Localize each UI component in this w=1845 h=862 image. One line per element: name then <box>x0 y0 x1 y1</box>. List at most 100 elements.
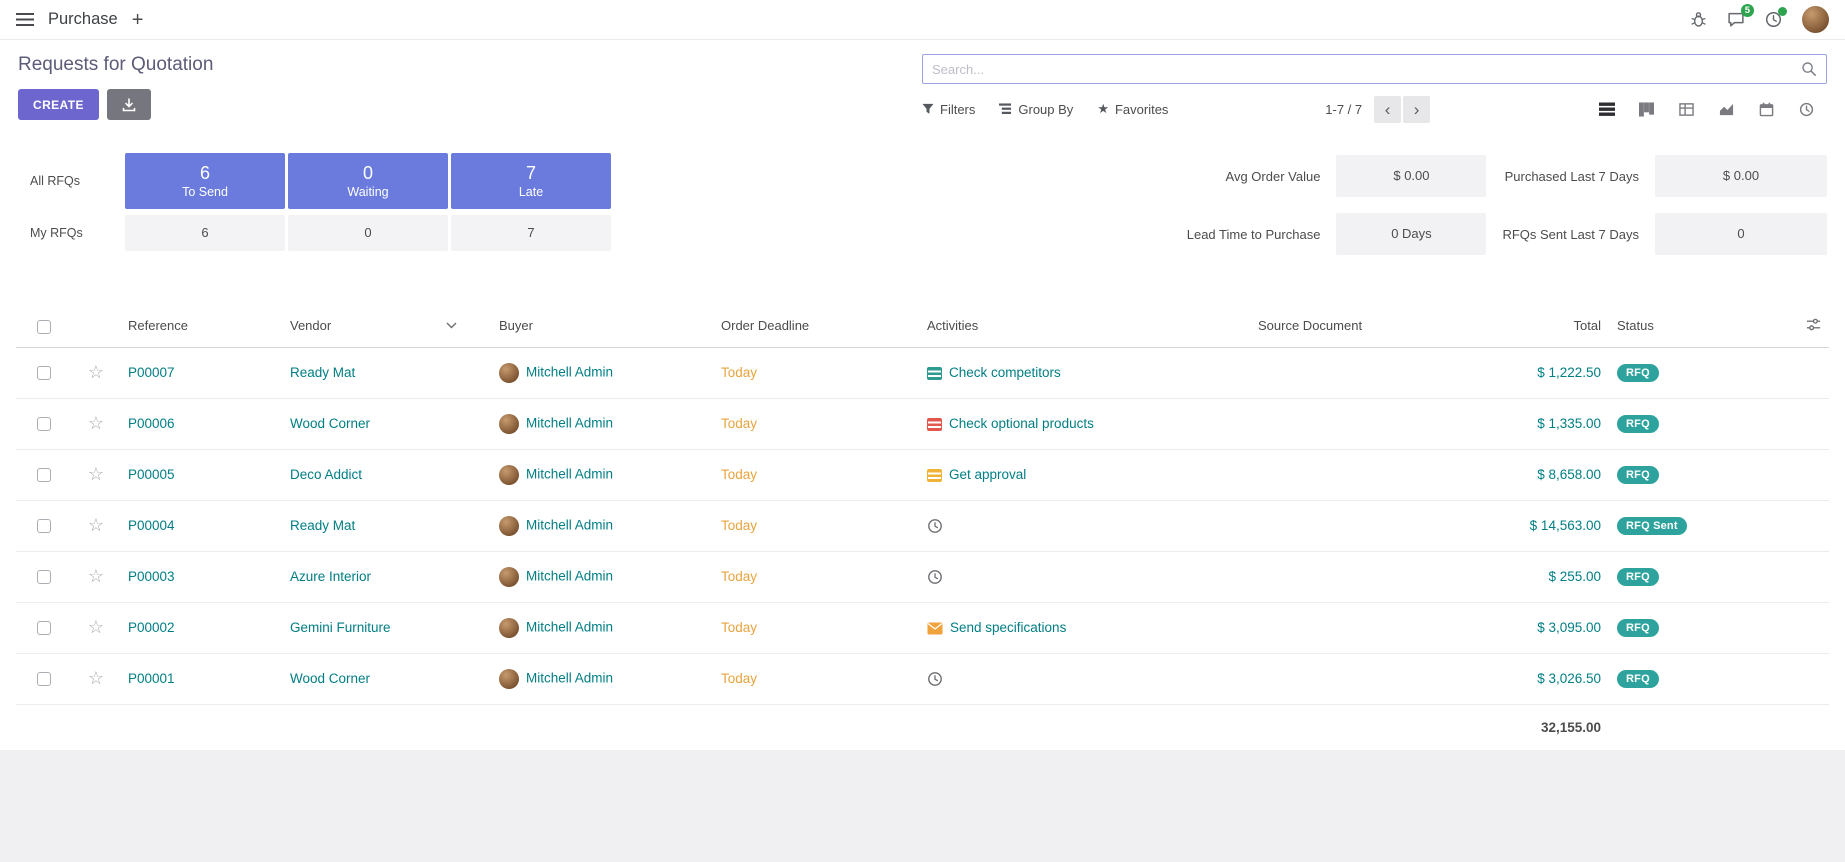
pager-range[interactable]: 1-7 / 7 <box>1325 102 1362 117</box>
activity-icon[interactable] <box>927 418 942 431</box>
app-name-menu[interactable]: Purchase <box>48 10 118 29</box>
pager-next-button[interactable]: › <box>1403 96 1430 123</box>
activities-menu-icon[interactable] <box>1765 11 1782 28</box>
row-buyer[interactable]: Mitchell Admin <box>526 415 613 430</box>
optional-columns-button[interactable] <box>1806 320 1821 335</box>
activity-label[interactable]: Check competitors <box>949 365 1061 380</box>
activity-label[interactable]: Send specifications <box>950 620 1066 635</box>
row-vendor[interactable]: Wood Corner <box>290 416 370 431</box>
kpi-late-tile[interactable]: 7 Late <box>451 153 611 209</box>
search-icon[interactable] <box>1801 61 1817 77</box>
row-checkbox[interactable] <box>37 366 51 380</box>
column-header-reference[interactable]: Reference <box>120 305 282 347</box>
column-header-activities[interactable]: Activities <box>919 305 1250 347</box>
favorite-star-icon[interactable]: ☆ <box>88 464 104 484</box>
activity-label[interactable]: Get approval <box>949 467 1026 482</box>
activity-icon[interactable] <box>927 671 943 687</box>
activity-icon[interactable] <box>927 367 942 380</box>
favorite-star-icon[interactable]: ☆ <box>88 668 104 688</box>
table-row[interactable]: ☆ P00005 Deco Addict Mitchell Admin Toda… <box>16 449 1829 500</box>
row-reference[interactable]: P00006 <box>128 416 175 431</box>
row-buyer[interactable]: Mitchell Admin <box>526 517 613 532</box>
calendar-view-button[interactable] <box>1747 95 1787 123</box>
debug-bug-icon[interactable] <box>1690 11 1707 28</box>
select-all-checkbox[interactable] <box>37 320 51 334</box>
row-buyer[interactable]: Mitchell Admin <box>526 670 613 685</box>
search-filter-buttons: Filters Group By ★ Favorites <box>922 101 1168 117</box>
column-header-source-document[interactable]: Source Document <box>1250 305 1444 347</box>
rfq-kpi-grid: All RFQs 6 To Send 0 Waiting 7 Late My R… <box>18 153 611 251</box>
row-checkbox[interactable] <box>37 468 51 482</box>
table-row[interactable]: ☆ P00006 Wood Corner Mitchell Admin Toda… <box>16 398 1829 449</box>
activity-view-button[interactable] <box>1787 95 1827 123</box>
action-buttons: CREATE <box>18 89 213 120</box>
row-reference[interactable]: P00007 <box>128 365 175 380</box>
kpi-my-late[interactable]: 7 <box>451 215 611 251</box>
activity-icon[interactable] <box>927 569 943 585</box>
row-vendor[interactable]: Ready Mat <box>290 518 355 533</box>
column-header-vendor[interactable]: Vendor <box>282 305 491 347</box>
row-vendor[interactable]: Deco Addict <box>290 467 362 482</box>
vendor-header-label: Vendor <box>290 318 331 333</box>
row-checkbox[interactable] <box>37 672 51 686</box>
favorite-star-icon[interactable]: ☆ <box>88 566 104 586</box>
pager-previous-button[interactable]: ‹ <box>1374 96 1401 123</box>
kpi-to-send-tile[interactable]: 6 To Send <box>125 153 285 209</box>
table-row[interactable]: ☆ P00002 Gemini Furniture Mitchell Admin… <box>16 602 1829 653</box>
plus-icon[interactable]: + <box>132 10 144 30</box>
row-reference[interactable]: P00003 <box>128 569 175 584</box>
column-header-status[interactable]: Status <box>1609 305 1737 347</box>
row-vendor[interactable]: Gemini Furniture <box>290 620 391 635</box>
row-buyer[interactable]: Mitchell Admin <box>526 466 613 481</box>
table-row[interactable]: ☆ P00003 Azure Interior Mitchell Admin T… <box>16 551 1829 602</box>
table-row[interactable]: ☆ P00007 Ready Mat Mitchell Admin Today … <box>16 347 1829 398</box>
pivot-view-button[interactable] <box>1667 95 1707 123</box>
kpi-waiting-tile[interactable]: 0 Waiting <box>288 153 448 209</box>
row-vendor[interactable]: Ready Mat <box>290 365 355 380</box>
row-vendor[interactable]: Wood Corner <box>290 671 370 686</box>
row-reference[interactable]: P00004 <box>128 518 175 533</box>
kanban-view-button[interactable] <box>1627 95 1667 123</box>
messages-menu-icon[interactable]: 5 <box>1727 11 1745 28</box>
group-by-button[interactable]: Group By <box>999 102 1073 117</box>
create-button[interactable]: CREATE <box>18 89 99 120</box>
row-buyer[interactable]: Mitchell Admin <box>526 619 613 634</box>
row-reference[interactable]: P00001 <box>128 671 175 686</box>
column-header-order-deadline[interactable]: Order Deadline <box>713 305 919 347</box>
favorite-star-icon[interactable]: ☆ <box>88 362 104 382</box>
row-buyer[interactable]: Mitchell Admin <box>526 364 613 379</box>
list-view-button[interactable] <box>1587 95 1627 123</box>
user-avatar[interactable] <box>1802 6 1829 33</box>
row-vendor[interactable]: Azure Interior <box>290 569 371 584</box>
activity-icon[interactable] <box>927 518 943 534</box>
graph-view-button[interactable] <box>1707 95 1747 123</box>
row-reference[interactable]: P00005 <box>128 467 175 482</box>
apps-menu-icon[interactable] <box>16 13 34 26</box>
kpi-my-to-send[interactable]: 6 <box>125 215 285 251</box>
kpi-to-send-label: To Send <box>125 185 285 199</box>
export-button[interactable] <box>107 89 151 120</box>
filters-button[interactable]: Filters <box>922 102 975 117</box>
row-checkbox[interactable] <box>37 417 51 431</box>
row-checkbox[interactable] <box>37 621 51 635</box>
favorite-star-icon[interactable]: ☆ <box>88 515 104 535</box>
navbar-right: 5 <box>1690 6 1829 33</box>
table-row[interactable]: ☆ P00004 Ready Mat Mitchell Admin Today … <box>16 500 1829 551</box>
column-header-total[interactable]: Total <box>1444 305 1609 347</box>
favorite-star-icon[interactable]: ☆ <box>88 617 104 637</box>
activity-icon[interactable] <box>927 622 943 635</box>
row-checkbox[interactable] <box>37 519 51 533</box>
table-row[interactable]: ☆ P00001 Wood Corner Mitchell Admin Toda… <box>16 653 1829 704</box>
kpi-my-waiting[interactable]: 0 <box>288 215 448 251</box>
activity-icon[interactable] <box>927 469 942 482</box>
column-header-buyer[interactable]: Buyer <box>491 305 713 347</box>
activity-label[interactable]: Check optional products <box>949 416 1094 431</box>
row-reference[interactable]: P00002 <box>128 620 175 635</box>
group-by-label: Group By <box>1018 102 1073 117</box>
row-checkbox[interactable] <box>37 570 51 584</box>
favorites-button[interactable]: ★ Favorites <box>1097 101 1168 117</box>
favorite-star-icon[interactable]: ☆ <box>88 413 104 433</box>
star-column-header <box>72 305 120 347</box>
search-input[interactable] <box>932 62 1801 77</box>
row-buyer[interactable]: Mitchell Admin <box>526 568 613 583</box>
